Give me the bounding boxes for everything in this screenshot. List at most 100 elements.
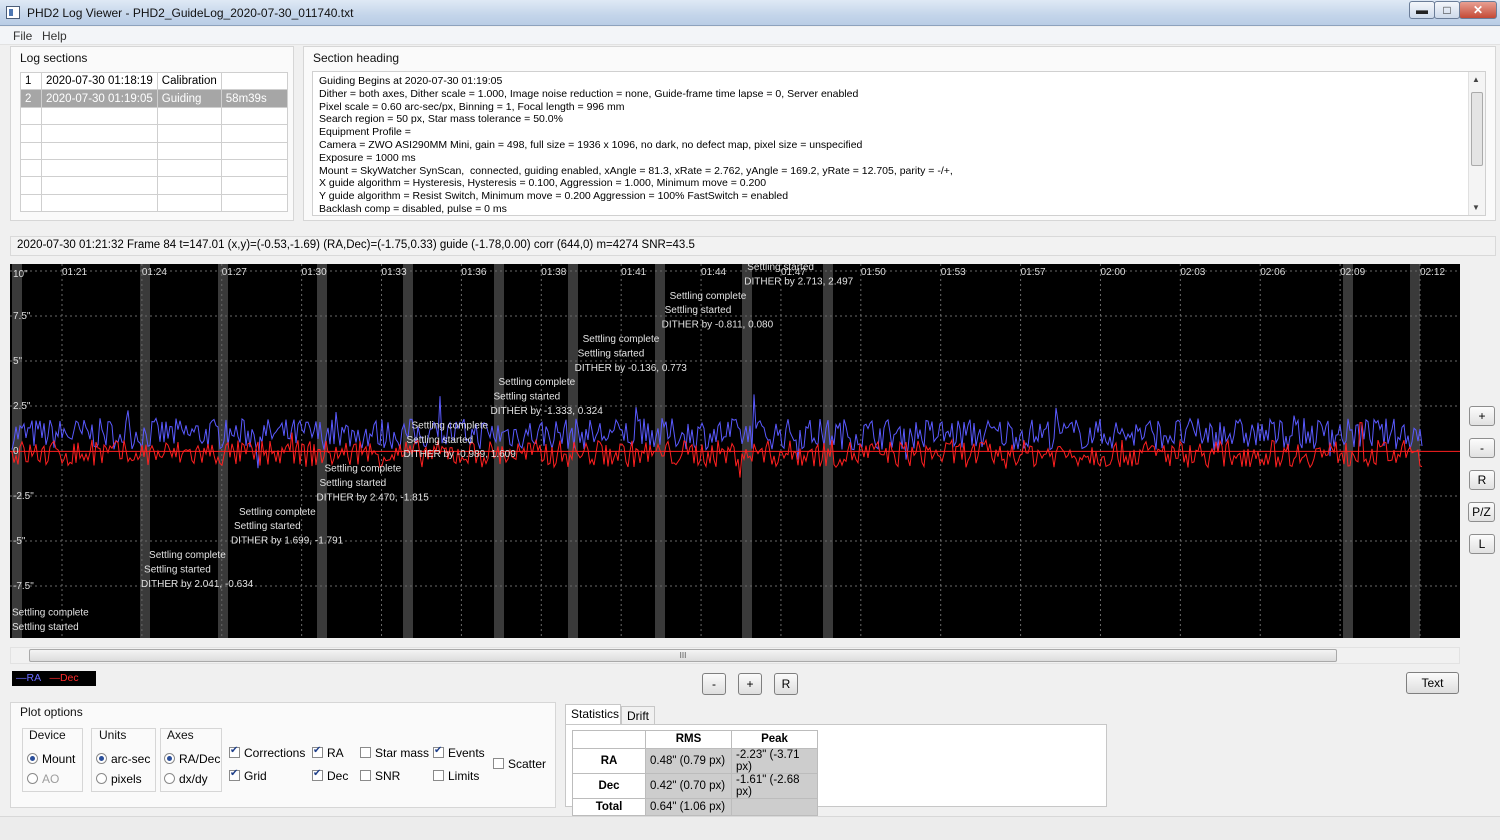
time-tick-label: 01:24 <box>142 267 167 278</box>
radio-arcsec-icon[interactable] <box>96 753 107 765</box>
snr-checkbox[interactable]: SNR <box>360 768 400 783</box>
log-section-cell <box>220 176 288 195</box>
time-tick-label: 02:09 <box>1340 267 1365 278</box>
log-section-cell <box>156 158 222 178</box>
time-tick-label: 02:00 <box>1100 267 1125 278</box>
reset-y-button[interactable]: R <box>1469 470 1495 490</box>
tab-drift[interactable]: Drift <box>621 706 655 725</box>
units-label: Units <box>99 728 127 742</box>
stats-header: RMS <box>645 730 732 749</box>
stats-cell <box>731 797 818 816</box>
radio-radec-icon[interactable] <box>164 753 175 765</box>
grid-check-icon[interactable] <box>229 768 240 782</box>
scatter-checkbox[interactable]: Scatter <box>493 756 546 771</box>
log-section-row[interactable] <box>20 158 288 178</box>
radio-pixels-icon[interactable] <box>96 773 107 785</box>
star-mass-checkbox[interactable]: Star mass <box>360 745 429 760</box>
dither-event-label: Settling complete <box>583 334 660 345</box>
device-mount-radio[interactable]: Mount <box>27 751 75 766</box>
menu-help[interactable]: Help <box>42 29 67 43</box>
events-checkbox[interactable]: Events <box>433 745 485 760</box>
grid-checkbox[interactable]: Grid <box>229 768 267 783</box>
time-tick-label: 02:12 <box>1420 267 1445 278</box>
limits-checkbox[interactable]: Limits <box>433 768 479 783</box>
device-ao-radio: AO <box>27 771 59 786</box>
limits-check-icon[interactable] <box>433 770 444 782</box>
log-section-row[interactable]: 2 2020-07-30 01:19:05 Guiding 58m39s <box>20 89 288 108</box>
minimize-button[interactable]: ▬ <box>1409 1 1435 19</box>
dec-check-icon[interactable] <box>312 768 323 782</box>
log-section-cell <box>156 141 222 160</box>
ra-checkbox[interactable]: RA <box>312 745 344 760</box>
axes-dxdy-radio[interactable]: dx/dy <box>164 771 208 786</box>
graph-hscroll-thumb[interactable]: III <box>29 649 1337 662</box>
zoom-in-button[interactable]: + <box>738 673 762 695</box>
length-button[interactable]: L <box>1469 534 1495 554</box>
time-tick-label: 02:06 <box>1260 267 1285 278</box>
stats-cell: -1.61" (-2.68 px) <box>731 772 818 799</box>
graph-hscrollbar[interactable]: III <box>10 647 1460 664</box>
stats-table: RMS Peak RA 0.48" (0.79 px) -2.23" (-3.71 px… <box>572 730 818 816</box>
corrections-checkbox[interactable]: Corrections <box>229 745 305 760</box>
maximize-button[interactable]: □ <box>1434 1 1460 19</box>
log-section-cell: 1 <box>20 71 42 91</box>
zoom-out-y-button[interactable]: - <box>1469 438 1495 458</box>
close-button[interactable]: ✕ <box>1459 1 1497 19</box>
log-section-row[interactable] <box>20 124 288 143</box>
log-section-cell <box>41 141 158 160</box>
time-tick-label: 01:36 <box>461 267 486 278</box>
y-tick-label: 5" <box>13 356 23 367</box>
ra-check-icon[interactable] <box>312 745 323 759</box>
star-mass-check-icon[interactable] <box>360 747 371 759</box>
zoom-reset-button[interactable]: R <box>774 673 798 695</box>
units-pixels-radio[interactable]: pixels <box>96 771 142 786</box>
heading-line: Camera = ZWO ASI290MM Mini, gain = 498, … <box>319 138 863 151</box>
corrections-check-icon[interactable] <box>229 745 240 759</box>
dither-event-label: DITHER by 2.470, -1.815 <box>317 492 430 503</box>
menu-file[interactable]: File <box>13 29 32 43</box>
scroll-up-icon[interactable]: ▲ <box>1472 75 1480 84</box>
pan-zoom-button[interactable]: P/Z <box>1468 502 1495 522</box>
snr-check-icon[interactable] <box>360 770 371 782</box>
log-section-cell: 2020-07-30 01:19:05 <box>41 89 158 108</box>
status-bar <box>0 816 1500 840</box>
scroll-down-icon[interactable]: ▼ <box>1472 203 1480 212</box>
log-section-cell: 58m39s <box>220 89 288 108</box>
log-section-cell <box>20 141 42 160</box>
y-tick-label: -7.5" <box>13 581 34 592</box>
guide-graph[interactable]: 01:21 01:24 01:27 01:30 01:33 01:36 01:38 01:41… <box>10 264 1460 638</box>
radio-mount-icon[interactable] <box>27 753 38 765</box>
title-bar: PHD2 Log Viewer - PHD2_GuideLog_2020-07-… <box>0 0 1500 26</box>
axes-radec-radio[interactable]: RA/Dec <box>164 751 220 766</box>
log-section-cell <box>41 176 158 195</box>
scatter-check-icon[interactable] <box>493 758 504 770</box>
stats-row: Dec 0.42" (0.70 px) -1.61" (-2.68 px) <box>572 772 818 799</box>
log-section-cell <box>41 193 158 213</box>
dither-event-label: Settling started <box>234 521 301 532</box>
text-button[interactable]: Text <box>1406 672 1459 694</box>
zoom-in-y-button[interactable]: + <box>1469 406 1495 426</box>
log-section-cell <box>20 106 42 126</box>
log-section-row[interactable]: 1 2020-07-30 01:18:19 Calibration <box>20 71 288 91</box>
units-arcsec-radio[interactable]: arc-sec <box>96 751 150 766</box>
time-tick-label: 01:27 <box>222 267 247 278</box>
section-heading-text[interactable]: Guiding Begins at 2020-07-30 01:19:05 Dit… <box>312 71 1486 216</box>
radio-dxdy-icon[interactable] <box>164 773 175 785</box>
log-section-row[interactable] <box>20 193 288 213</box>
log-section-row[interactable] <box>20 141 288 160</box>
heading-line: Guiding Begins at 2020-07-30 01:19:05 <box>319 75 503 87</box>
log-sections-label: Log sections <box>20 51 88 65</box>
heading-scrollbar[interactable]: ▲ ▼ <box>1468 72 1485 215</box>
zoom-out-button[interactable]: - <box>702 673 726 695</box>
log-section-row[interactable] <box>20 106 288 126</box>
tab-statistics[interactable]: Statistics <box>565 704 621 725</box>
events-check-icon[interactable] <box>433 745 444 759</box>
graph-legend: —RA —Dec <box>12 671 96 686</box>
log-section-row[interactable] <box>20 176 288 195</box>
dither-event-label: Settling complete <box>149 550 226 561</box>
time-tick-label: 01:38 <box>541 267 566 278</box>
heading-scroll-thumb[interactable] <box>1471 92 1483 166</box>
y-tick-label: 7.5" <box>13 311 31 322</box>
dec-checkbox[interactable]: Dec <box>312 768 348 783</box>
dither-event-label: DITHER by -0.811, 0.080 <box>662 320 774 331</box>
